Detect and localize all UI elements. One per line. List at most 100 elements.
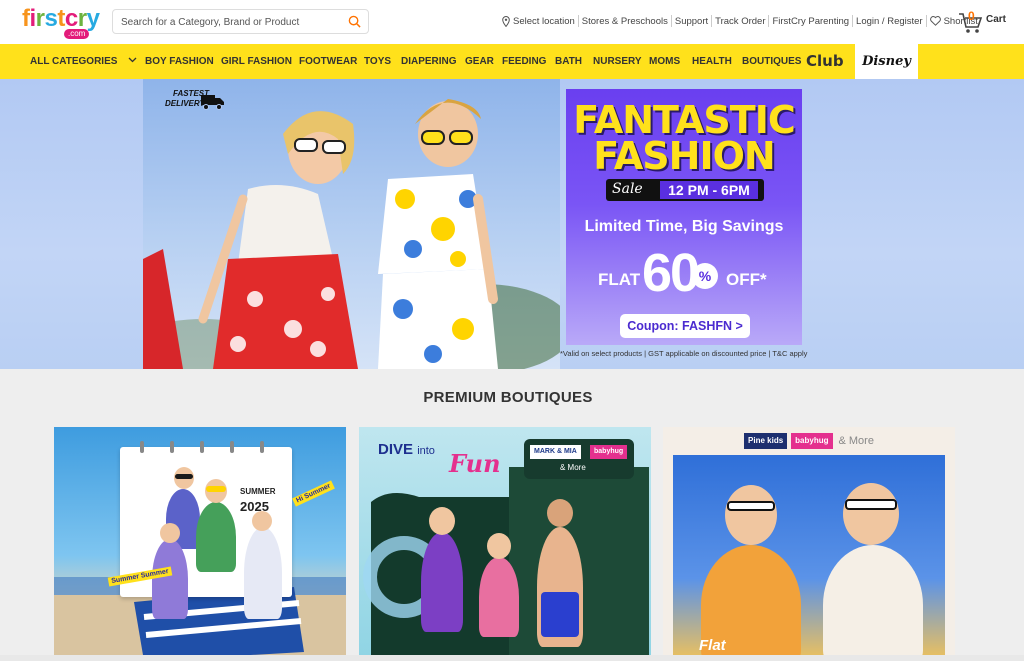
disney-logo: Disney	[862, 54, 911, 69]
heart-icon	[929, 16, 941, 26]
track-order-link[interactable]: Track Order	[712, 16, 768, 27]
nav-health[interactable]: HEALTH	[692, 44, 732, 79]
and-more-label: & More	[560, 463, 586, 472]
sunglasses	[845, 499, 897, 510]
swim-shorts	[541, 592, 579, 637]
nav-moms[interactable]: MOMS	[649, 44, 680, 79]
login-register-link[interactable]: Login / Register	[853, 16, 926, 27]
kid-figure	[421, 532, 463, 632]
boutique-card-pinekids[interactable]: Pine kids babyhug & More Flat	[663, 427, 955, 661]
promo-headline-2: FASHION	[593, 134, 775, 178]
top-header: firstcry .com Select location Stores & P…	[0, 0, 1024, 44]
kid-figure	[823, 545, 923, 661]
nav-girl-fashion[interactable]: GIRL FASHION	[221, 44, 292, 79]
premium-boutiques-section: PREMIUM BOUTIQUES SUMMER 2025 Summer Sum…	[0, 369, 1024, 661]
cart-label: Cart	[986, 14, 1007, 25]
sale-time-banner: Sale 12 PM - 6PM	[606, 179, 764, 201]
sunglasses	[206, 486, 226, 492]
fastest-delivery-badge: FASTEST DELIVERY	[155, 88, 225, 114]
dive-into-heading: DIVE into	[378, 441, 435, 458]
kid-face	[843, 483, 899, 545]
hero-kids-illustration	[143, 99, 560, 369]
chevron-down-icon	[128, 57, 137, 63]
into-word: into	[417, 445, 435, 457]
kid-face	[252, 511, 272, 531]
boutique-card-swim[interactable]: DIVE into Fun MARK & MIA babyhug & More	[359, 427, 651, 661]
support-label: Support	[674, 15, 709, 27]
stores-label: Stores & Preschools	[581, 15, 668, 27]
sale-time: 12 PM - 6PM	[660, 181, 758, 199]
search-input[interactable]	[121, 13, 341, 31]
flat-label: Flat	[699, 637, 726, 654]
nav-footwear[interactable]: FOOTWEAR	[299, 44, 357, 79]
kid-face	[429, 507, 455, 535]
brand-logos-box: MARK & MIA babyhug & More	[524, 439, 634, 479]
bottom-edge	[0, 655, 1024, 661]
calendar-ring	[170, 441, 174, 453]
stores-link[interactable]: Stores & Preschools	[579, 16, 671, 27]
promo-tagline: Limited Time, Big Savings	[584, 218, 784, 235]
cart-button[interactable]: 0 Cart	[958, 8, 1018, 36]
brand-pinekids: Pine kids	[744, 433, 788, 449]
hero-photo	[143, 79, 560, 369]
nav-diapering[interactable]: DIAPERING	[401, 44, 457, 79]
kid-face	[725, 485, 777, 545]
section-title: PREMIUM BOUTIQUES	[423, 389, 593, 406]
delivery-truck-icon	[201, 95, 224, 110]
nav-gear[interactable]: GEAR	[465, 44, 494, 79]
nav-toys[interactable]: TOYS	[364, 44, 391, 79]
location-pin-icon	[502, 15, 510, 27]
delivery-label: DELIVERY	[165, 99, 205, 108]
flat-label: FLAT	[598, 270, 641, 289]
logo-wordmark: firstcry	[22, 5, 100, 32]
search-icon[interactable]	[348, 15, 361, 28]
select-location-label: Select location	[513, 15, 575, 27]
nav-boy-fashion[interactable]: BOY FASHION	[145, 44, 214, 79]
support-link[interactable]: Support	[672, 16, 711, 27]
parenting-link[interactable]: FirstCry Parenting	[769, 16, 852, 27]
kid-figure	[244, 527, 282, 619]
calendar-summer-label: SUMMER	[240, 487, 276, 496]
kid-face	[160, 523, 180, 543]
brand-babyhug: babyhug	[791, 433, 833, 449]
nav-club[interactable]: Club	[806, 44, 844, 79]
brand-babyhug: babyhug	[590, 445, 628, 459]
hero-banner[interactable]: FASTEST DELIVERY FANTASTIC FASHION Sale …	[0, 79, 1024, 369]
all-categories-label: ALL CATEGORIES	[30, 56, 118, 67]
cart-count: 0	[968, 9, 975, 23]
all-categories-menu[interactable]: ALL CATEGORIES	[30, 44, 137, 79]
track-order-label: Track Order	[715, 15, 766, 27]
coupon-button[interactable]: Coupon: FASHFN >	[620, 314, 750, 338]
promo-disclaimer: *Valid on select products | GST applicab…	[560, 349, 808, 358]
kid-figure	[152, 539, 188, 619]
header-links: Select location Stores & Preschools Supp…	[499, 13, 981, 29]
parenting-label: FirstCry Parenting	[772, 15, 850, 27]
kid-figure	[479, 557, 519, 637]
kid-face	[547, 499, 573, 527]
boutique-photo: Flat	[673, 455, 945, 661]
dive-word: DIVE	[378, 441, 414, 458]
firstcry-logo[interactable]: firstcry .com	[22, 6, 104, 40]
nav-bath[interactable]: BATH	[555, 44, 582, 79]
calendar-ring	[140, 441, 144, 453]
nav-disney[interactable]: Disney	[855, 44, 918, 79]
kid-face	[487, 533, 511, 559]
calendar-ring	[200, 441, 204, 453]
nav-nursery[interactable]: NURSERY	[593, 44, 642, 79]
nav-feeding[interactable]: FEEDING	[502, 44, 546, 79]
search-box[interactable]	[112, 9, 369, 34]
calendar-ring	[260, 441, 264, 453]
club-logo-label: Club	[806, 52, 844, 70]
boutique-card-summer[interactable]: SUMMER 2025 Summer Summer Hi Summer	[54, 427, 346, 661]
category-nav: ALL CATEGORIES BOY FASHION GIRL FASHION …	[0, 44, 1024, 79]
sale-word: Sale	[612, 181, 643, 197]
percent-badge: %	[692, 263, 718, 289]
sunglasses	[727, 501, 775, 511]
and-more-label: & More	[838, 435, 874, 447]
logo-com: .com	[64, 29, 90, 39]
brand-markmia: MARK & MIA	[530, 445, 581, 459]
nav-boutiques[interactable]: BOUTIQUES	[742, 44, 801, 79]
brand-logos-row: Pine kids babyhug & More	[663, 427, 955, 455]
select-location-link[interactable]: Select location	[499, 15, 578, 27]
login-register-label: Login / Register	[856, 15, 923, 27]
